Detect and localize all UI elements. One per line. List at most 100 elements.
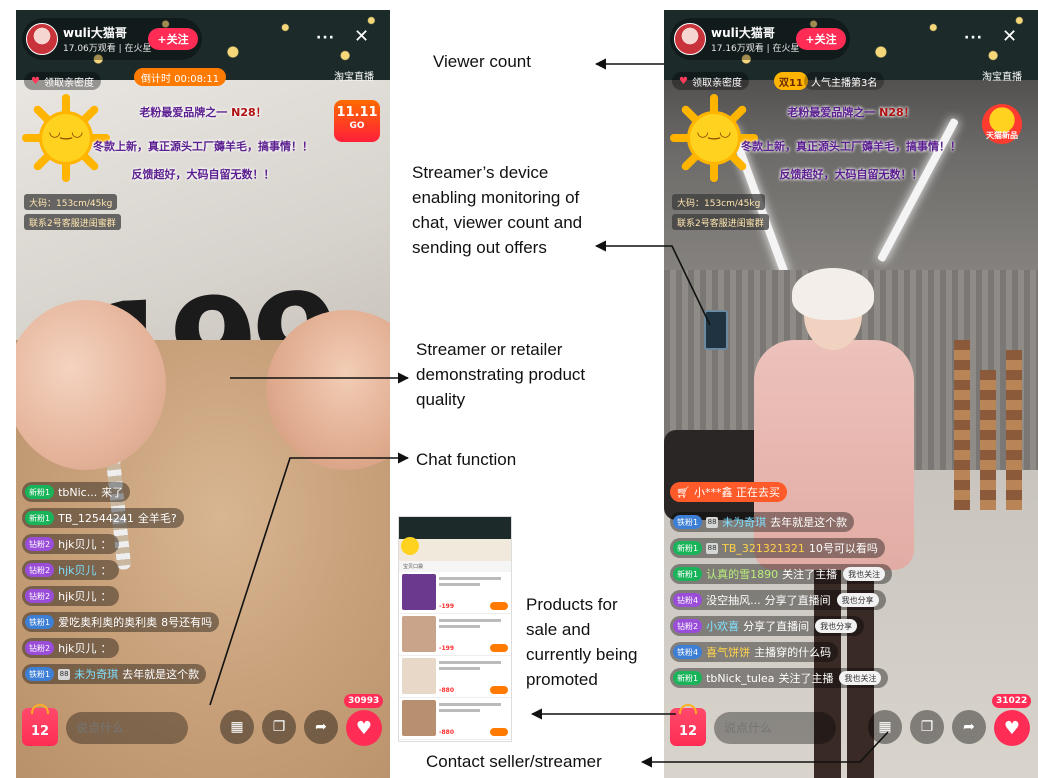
crown-icon: 88 [706,516,719,528]
streamer-header[interactable]: wuli大猫哥 17.06万观看 | 在火星 +关注 [22,18,202,60]
chat-message[interactable]: 钻粉2 hjk贝儿 ： [22,638,119,658]
streamer-avatar[interactable] [674,23,706,55]
product-thumbnail[interactable] [402,658,436,694]
decor-pillar [1006,350,1022,510]
double-eleven-badge[interactable]: 11.11 GO [334,100,380,142]
contact-service-tag[interactable]: 联系2号客服进闺蜜群 [24,214,121,230]
chat-message[interactable]: 新粉1 TB_12544241 全羊毛? [22,508,184,528]
product-thumbnail[interactable] [402,616,436,652]
fan-level-badge: 铁粉1 [673,515,703,529]
chat-message[interactable]: 铁粉1 88 未为奇琪 去年就是这个款 [22,664,207,684]
popularity-rank[interactable]: 人气主播第3名 [804,72,885,90]
chat-username[interactable]: tbNick_tulea [706,672,774,685]
annotation-product-quality: Streamer or retailer demonstrating produ… [416,337,646,412]
streamer-avatar[interactable] [26,23,58,55]
annotation-line: promoted [526,670,598,689]
copy-icon[interactable]: ❐ [262,710,296,744]
chat-message[interactable]: 钻粉2 hjk贝儿 ： [22,586,119,606]
like-heart-button[interactable]: ♥ [994,710,1030,746]
product-item[interactable]: -880 [399,656,511,698]
intimacy-button[interactable]: ♥ 领取亲密度 [672,72,749,90]
follow-button[interactable]: +关注 [796,28,846,50]
more-icon[interactable]: ··· [316,30,335,46]
model-info-tag: 大码：153cm/45kg [24,194,118,210]
product-item[interactable]: -199 [399,572,511,614]
chat-text: 分享了直播间 [743,620,810,633]
like-heart-button[interactable]: ♥ [346,710,382,746]
chat-username[interactable]: 小欢喜 [706,618,739,634]
chat-username[interactable]: hjk贝儿 [58,536,96,552]
viewer-count: 17.16万观看 | 在火星 [711,44,800,54]
chat-username[interactable]: 喜气饼饼 [706,644,750,660]
chat-message[interactable]: 钻粉4 没空抽风... 分享了直播间 我也分享 [670,590,886,610]
chat-text: 主播穿的什么码 [754,646,832,659]
product-list-header [399,517,511,561]
chat-message[interactable]: 铁粉1 爱吃奥利奥的奥利奥 8号还有吗 [22,612,220,632]
buy-button[interactable] [490,644,508,652]
buy-button[interactable] [490,728,508,736]
decor-pillar [980,370,996,510]
buy-button[interactable] [490,602,508,610]
shopping-bag-button[interactable]: 12 [22,704,58,746]
model-info-tag: 大码：153cm/45kg [672,194,766,210]
shopping-bag-button[interactable]: 12 [670,704,706,746]
chat-username[interactable]: hjk贝儿 [58,562,96,578]
like-count: 30993 [344,694,384,708]
product-thumbnail[interactable] [402,574,436,610]
follow-button[interactable]: +关注 [148,28,198,50]
chat-text: 8号还有吗 [161,616,213,629]
streamer-header[interactable]: wuli大猫哥 17.16万观看 | 在火星 +关注 [670,18,850,60]
chat-username[interactable]: 没空抽风... [706,592,761,608]
chat-message[interactable]: 新粉1 88 TB_321321321 10号可以看吗 [670,538,885,558]
chat-username[interactable]: hjk贝儿 [58,640,96,656]
fan-level-badge: 钻粉2 [25,589,55,603]
annotation-line: currently being [526,645,638,664]
chat-message[interactable]: 新粉1 tbNick_tulea 关注了主播 我也关注 [670,668,889,688]
tmall-new-badge[interactable]: 天猫新品 [982,104,1022,144]
more-icon[interactable]: ··· [964,30,983,46]
chat-message[interactable]: 新粉1 认真的雪1890 关注了主播 我也关注 [670,564,893,584]
left-phone-screen: 199 wuli大猫哥 17.06万观看 | 在火星 +关注 ··· ✕ ♥ 领… [16,10,390,778]
chat-action-button[interactable]: 我也关注 [843,567,886,581]
chat-action-button[interactable]: 我也分享 [836,593,879,607]
annotation-line: Streamer’s device [412,163,549,182]
close-icon[interactable]: ✕ [1002,26,1017,47]
chat-username[interactable]: 未为奇琪 [722,514,766,530]
share-icon[interactable]: ➦ [304,710,338,744]
chat-message[interactable]: 钻粉2 小欢喜 分享了直播间 我也分享 [670,616,865,636]
chat-username[interactable]: TB_321321321 [722,542,805,555]
chat-username[interactable]: tbNic... [58,486,97,499]
chat-input[interactable] [714,712,836,744]
chat-action-button[interactable]: 我也关注 [839,671,882,685]
product-item[interactable]: -880 [399,698,511,740]
grid-menu-icon[interactable]: ▦ [220,710,254,744]
heart-icon: ♥ [31,75,40,87]
intimacy-button[interactable]: ♥ 领取亲密度 [24,72,101,90]
buy-button[interactable] [490,686,508,694]
copy-icon[interactable]: ❐ [910,710,944,744]
product-price: -880 [439,729,455,736]
chat-username[interactable]: 认真的雪1890 [706,566,778,582]
chat-username[interactable]: 爱吃奥利奥的奥利奥 [58,614,157,630]
close-icon[interactable]: ✕ [354,26,369,47]
chat-message[interactable]: 铁粉1 88 未为奇琪 去年就是这个款 [670,512,855,532]
chat-username[interactable]: hjk贝儿 [58,588,96,604]
product-item[interactable]: -199 [399,614,511,656]
product-thumbnail[interactable] [402,700,436,736]
chat-message[interactable]: 新粉1 tbNic... 来了 [22,482,131,502]
bottom-toolbar: 12 ▦ ❐ ➦ 30993 ♥ [16,694,390,754]
chat-username[interactable]: TB_12544241 [58,512,134,525]
promo-brand: N28！ [879,106,915,119]
chat-input[interactable] [66,712,188,744]
chat-message[interactable]: 钻粉2 hjk贝儿 ： [22,560,119,580]
grid-menu-icon[interactable]: ▦ [868,710,902,744]
chat-text: 去年就是这个款 [122,668,200,681]
chat-username[interactable]: 未为奇琪 [74,666,118,682]
promo-brand: N28！ [231,106,267,119]
chat-action-button[interactable]: 我也分享 [815,619,858,633]
countdown-badge: 倒计时 00:08:11 [134,68,227,86]
chat-message[interactable]: 铁粉4 喜气饼饼 主播穿的什么码 [670,642,839,662]
chat-message[interactable]: 钻粉2 hjk贝儿 ： [22,534,119,554]
contact-service-tag[interactable]: 联系2号客服进闺蜜群 [672,214,769,230]
share-icon[interactable]: ➦ [952,710,986,744]
